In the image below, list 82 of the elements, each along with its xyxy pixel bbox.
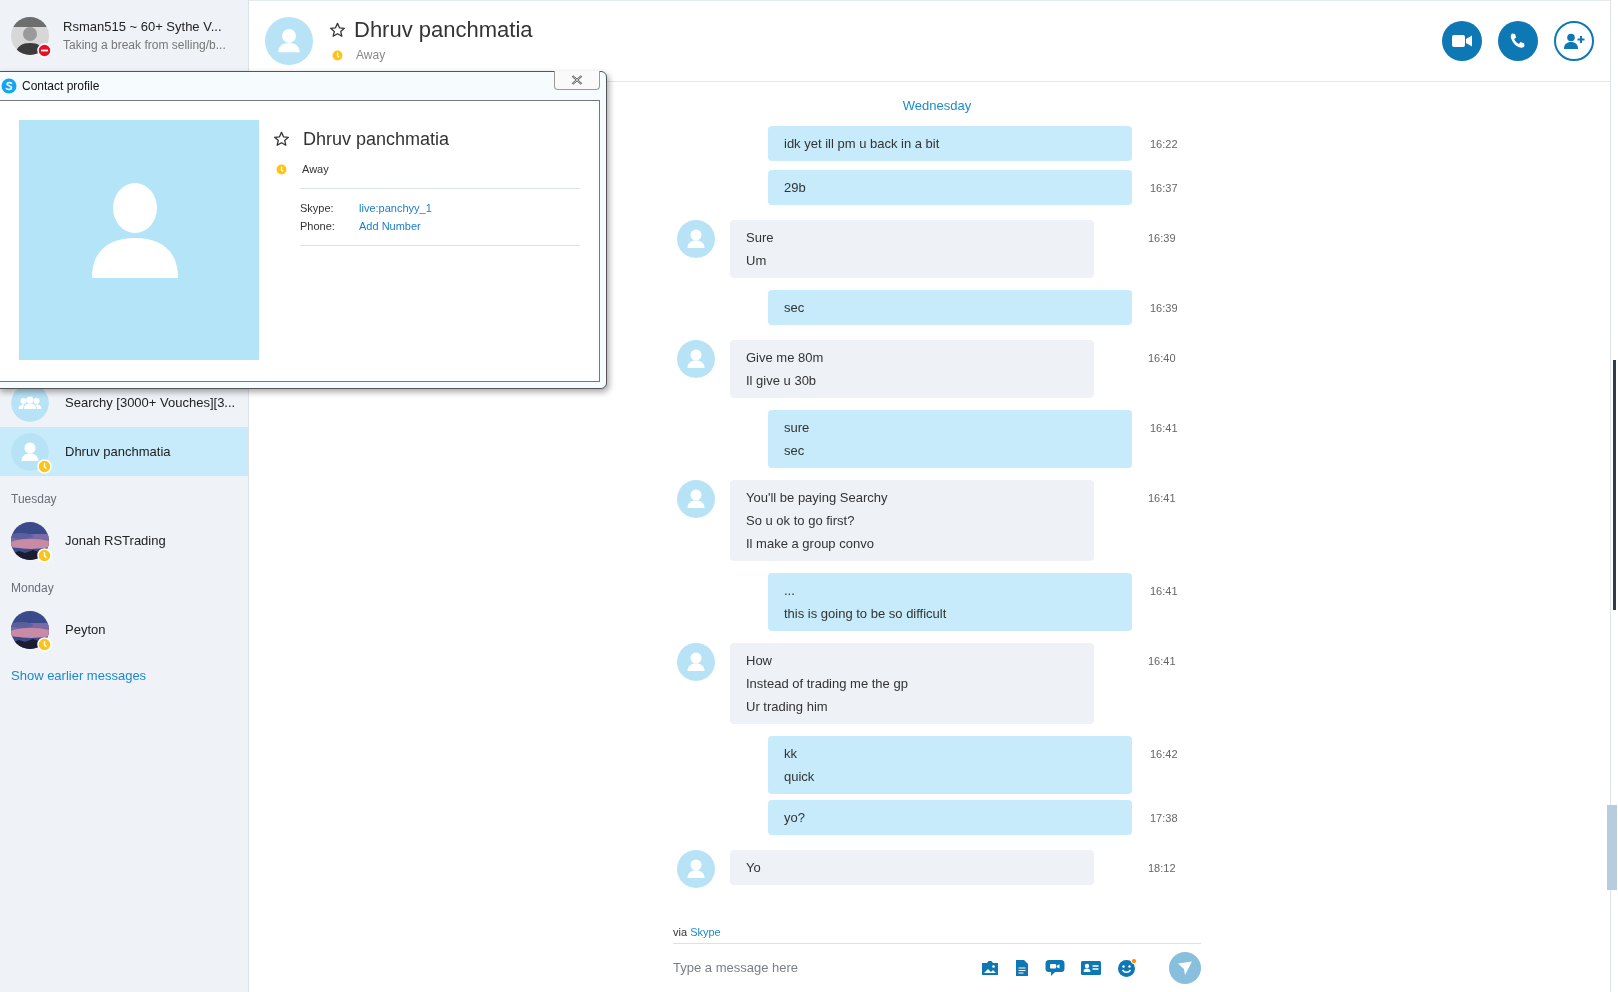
message-text: You'll be paying Searchy: [746, 488, 889, 507]
message-text: yo?: [784, 808, 806, 827]
scrollbar-thumb[interactable]: [1607, 805, 1617, 890]
close-button[interactable]: [554, 71, 600, 90]
send-contact-button[interactable]: [1081, 961, 1101, 975]
message-text: sec: [784, 298, 806, 317]
message-text: Il give u 30b: [746, 371, 818, 390]
scrollbar-thumb[interactable]: [1613, 360, 1616, 610]
avatar-icon: [677, 479, 715, 518]
message-time: 16:39: [1148, 230, 1176, 246]
avatar-icon: [11, 432, 49, 471]
contact-name: Dhruv panchmatia: [354, 17, 533, 43]
avatar-icon: [677, 219, 715, 258]
contact-name: Dhruv panchmatia: [303, 128, 450, 151]
message-time: 18:12: [1148, 860, 1176, 876]
message-input[interactable]: Type a message here: [673, 958, 981, 978]
video-call-button[interactable]: [1442, 21, 1482, 61]
service-link[interactable]: Skype: [690, 925, 721, 938]
message-time: 16:39: [1150, 300, 1178, 316]
avatar-icon: [677, 849, 715, 888]
field-link[interactable]: Add Number: [359, 219, 421, 232]
message-text: So u ok to go first?: [746, 511, 856, 530]
conversation-item[interactable]: Dhruv panchmatia: [0, 427, 248, 476]
message-text: kk: [784, 744, 798, 763]
message-time: 16:40: [1148, 350, 1176, 366]
message-text: sure: [784, 418, 811, 437]
avatar-icon: [677, 339, 715, 378]
message-text: idk yet ill pm u back in a bit: [784, 134, 941, 153]
message-text: Um: [746, 251, 768, 270]
message-text: Sure: [746, 228, 775, 247]
message-text: Instead of trading me the gp: [746, 674, 909, 693]
message-time: 16:37: [1150, 180, 1178, 196]
smiley-icon: [1117, 958, 1137, 978]
field-label: Skype:: [300, 200, 335, 216]
date-heading: Monday: [10, 580, 55, 597]
message-time: 16:41: [1150, 583, 1178, 599]
message-time: 16:41: [1148, 653, 1176, 669]
video-message-icon: [1045, 959, 1065, 977]
message-text: quick: [784, 767, 816, 786]
conversation-item[interactable]: Peyton: [0, 605, 248, 654]
conversation-item[interactable]: Jonah RSTrading: [0, 516, 248, 565]
message-text: Give me 80m: [746, 348, 825, 367]
file-icon: [1015, 959, 1029, 977]
send-icon: [1177, 960, 1193, 976]
video-message-button[interactable]: [1045, 959, 1065, 977]
send-photo-button[interactable]: [981, 960, 999, 976]
video-camera-icon: [1452, 34, 1472, 48]
message-time: 16:42: [1150, 746, 1178, 762]
message-text: 29b: [784, 178, 807, 197]
status-text: Away: [302, 162, 329, 177]
favorite-star-icon[interactable]: [273, 131, 290, 148]
message-text: sec: [784, 441, 806, 460]
call-button[interactable]: [1498, 21, 1538, 61]
message-text: How: [746, 651, 773, 670]
window-title: Contact profile: [22, 78, 100, 95]
message-text: this is going to be so difficult: [784, 604, 948, 623]
send-file-button[interactable]: [1015, 959, 1029, 977]
close-icon: [571, 75, 583, 85]
message-time: 16:22: [1150, 136, 1178, 152]
avatar-icon: [265, 17, 313, 65]
message-text: Il make a group convo: [746, 534, 875, 553]
add-person-icon: [1563, 33, 1585, 49]
status-text: Away: [356, 47, 386, 65]
message-time: 17:38: [1150, 810, 1178, 826]
message-text: Ur trading him: [746, 697, 829, 716]
message-time: 16:41: [1150, 420, 1178, 436]
favorite-star-icon[interactable]: [329, 21, 346, 39]
message-time: 16:41: [1148, 490, 1176, 506]
phone-icon: [1509, 32, 1527, 50]
date-heading: Tuesday: [10, 491, 58, 508]
field-link[interactable]: live:panchyy_1: [359, 201, 432, 214]
add-people-button[interactable]: [1554, 21, 1594, 61]
mood-message: Taking a break from selling/b...: [63, 37, 226, 55]
contact-card-icon: [1081, 961, 1101, 975]
photo-icon: [981, 960, 999, 976]
profile-name: Rsman515 ~ 60+ Sythe V...: [63, 17, 223, 36]
avatar-icon: [677, 642, 715, 681]
emoticon-button[interactable]: [1117, 958, 1137, 978]
via-label: via: [673, 925, 688, 938]
message-text: Yo: [746, 858, 762, 877]
field-label: Phone:: [300, 218, 336, 234]
message-text: ...: [784, 581, 796, 600]
